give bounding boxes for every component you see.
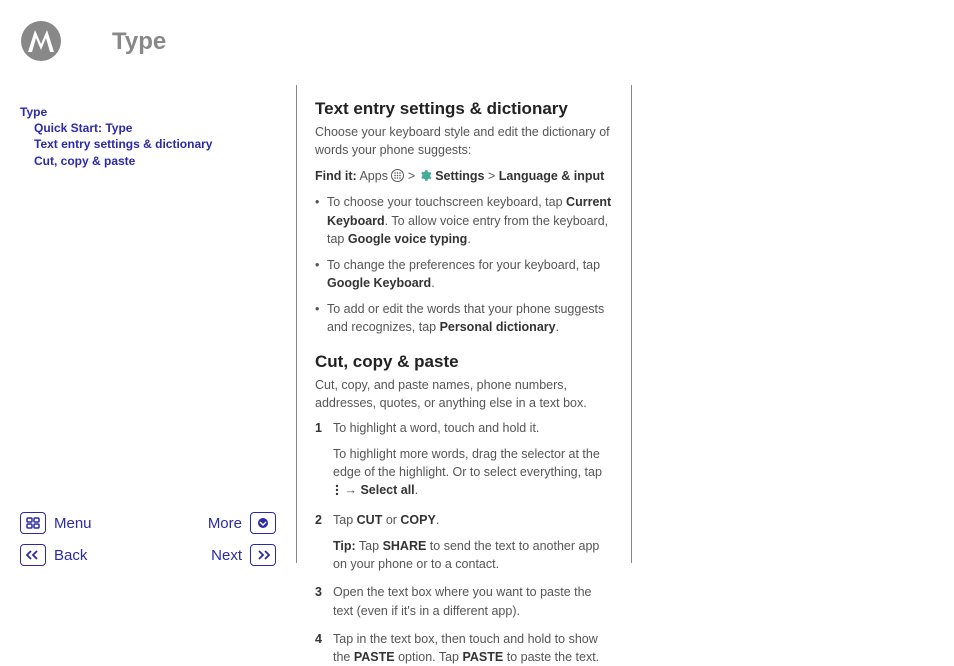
findit-gt2: > bbox=[488, 169, 495, 183]
bullet-1: To choose your touchscreen keyboard, tap… bbox=[315, 193, 613, 247]
step-1: 1 To highlight a word, touch and hold it… bbox=[315, 419, 613, 502]
nav-buttons: Menu More Back Next bbox=[20, 510, 276, 574]
back-button[interactable]: Back bbox=[20, 544, 148, 566]
more-icon bbox=[250, 512, 276, 534]
toc: Type Quick Start: Type Text entry settin… bbox=[20, 104, 270, 169]
section-heading-cutcopy: Cut, copy & paste bbox=[315, 352, 613, 372]
back-icon bbox=[20, 544, 46, 566]
more-vert-icon bbox=[333, 483, 341, 501]
section2-steps: 1 To highlight a word, touch and hold it… bbox=[315, 419, 613, 666]
findit-settings: Settings bbox=[435, 169, 484, 183]
step1-sub: To highlight more words, drag the select… bbox=[333, 445, 613, 501]
section-heading-textentry: Text entry settings & dictionary bbox=[315, 99, 613, 119]
toc-item-textentry[interactable]: Text entry settings & dictionary bbox=[20, 136, 270, 152]
more-label: More bbox=[208, 515, 242, 532]
toc-root[interactable]: Type bbox=[20, 104, 270, 120]
findit-gt1: > bbox=[408, 169, 415, 183]
toc-item-cutcopy[interactable]: Cut, copy & paste bbox=[20, 153, 270, 169]
bullet-3: To add or edit the words that your phone… bbox=[315, 300, 613, 336]
section1-intro: Choose your keyboard style and edit the … bbox=[315, 123, 613, 159]
findit-apps: Apps bbox=[359, 169, 388, 183]
next-label: Next bbox=[211, 547, 242, 564]
section2-intro: Cut, copy, and paste names, phone number… bbox=[315, 376, 613, 412]
findit-lang: Language & input bbox=[499, 169, 605, 183]
step-4: 4 Tap in the text box, then touch and ho… bbox=[315, 630, 613, 666]
section1-bullets: To choose your touchscreen keyboard, tap… bbox=[315, 193, 613, 336]
step-2: 2 Tap CUT or COPY. Tip: Tap SHARE to sen… bbox=[315, 511, 613, 573]
more-button[interactable]: More bbox=[148, 512, 276, 534]
next-button[interactable]: Next bbox=[148, 544, 276, 566]
motorola-logo-icon bbox=[20, 20, 62, 62]
menu-icon bbox=[20, 512, 46, 534]
gear-icon bbox=[419, 169, 435, 183]
apps-grid-icon bbox=[391, 169, 404, 187]
step2-tip: Tip: Tap SHARE to send the text to anoth… bbox=[333, 537, 613, 573]
content-column: Text entry settings & dictionary Choose … bbox=[296, 85, 632, 563]
page-title: Type bbox=[112, 28, 166, 56]
findit-label: Find it: bbox=[315, 169, 357, 183]
back-label: Back bbox=[54, 547, 87, 564]
next-icon bbox=[250, 544, 276, 566]
find-it-path: Find it: Apps > Settings > Language & in… bbox=[315, 167, 613, 187]
menu-label: Menu bbox=[54, 515, 92, 532]
bullet-2: To change the preferences for your keybo… bbox=[315, 256, 613, 292]
menu-button[interactable]: Menu bbox=[20, 512, 148, 534]
step-3: 3 Open the text box where you want to pa… bbox=[315, 583, 613, 619]
toc-item-quickstart[interactable]: Quick Start: Type bbox=[20, 120, 270, 136]
